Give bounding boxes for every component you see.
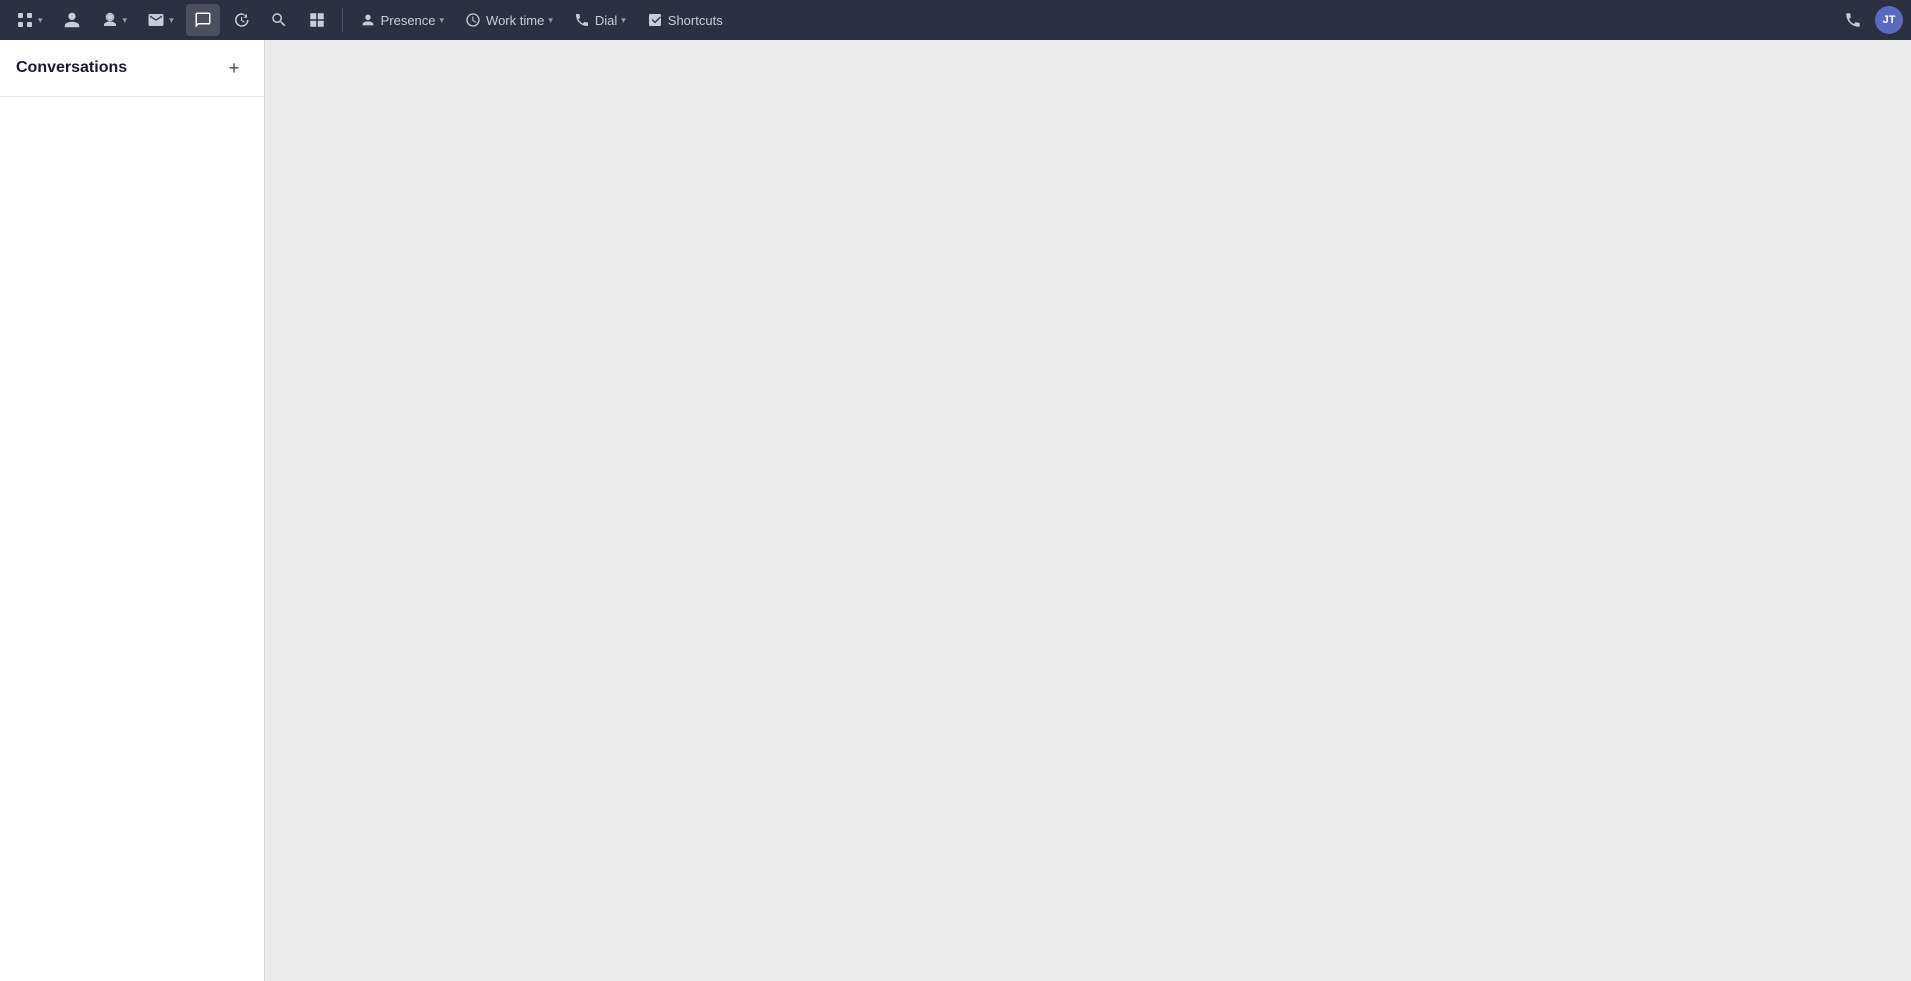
conversations-list <box>0 97 264 981</box>
dial-chevron-icon: ▾ <box>621 15 626 26</box>
presence-chevron-icon: ▾ <box>440 15 445 26</box>
chat-icon <box>194 11 212 29</box>
contacts-icon <box>63 11 81 29</box>
nav-email[interactable]: ▾ <box>139 4 182 36</box>
sidebar-header: Conversations + <box>0 40 264 97</box>
email-chevron-icon: ▾ <box>169 15 174 26</box>
add-icon: + <box>229 58 240 79</box>
shortcuts-label: Shortcuts <box>668 13 723 28</box>
dial-label: Dial <box>595 13 617 28</box>
nav-dial[interactable]: Dial ▾ <box>565 4 634 36</box>
add-conversation-button[interactable]: + <box>220 54 248 82</box>
nav-shortcuts[interactable]: Shortcuts <box>638 4 731 36</box>
nav-presence[interactable]: Presence ▾ <box>351 4 452 36</box>
nav-profile[interactable]: ▾ <box>93 4 136 36</box>
grid2-icon <box>308 11 326 29</box>
profile-icon <box>101 11 119 29</box>
search-icon <box>270 11 288 29</box>
sidebar: Conversations + <box>0 40 265 981</box>
email-icon <box>147 11 165 29</box>
nav-worktime[interactable]: Work time ▾ <box>456 4 561 36</box>
nav-contacts[interactable] <box>55 4 89 36</box>
topbar: ▾ ▾ ▾ <box>0 0 1911 40</box>
avatar[interactable]: JT <box>1875 6 1903 34</box>
history-icon <box>232 11 250 29</box>
grid-icon <box>16 11 34 29</box>
avatar-initials: JT <box>1883 14 1896 26</box>
presence-label: Presence <box>381 13 436 28</box>
dial-icon <box>573 11 591 29</box>
main-layout: Conversations + <box>0 40 1911 981</box>
sidebar-title: Conversations <box>16 59 127 77</box>
nav-search[interactable] <box>262 4 296 36</box>
main-content <box>265 40 1911 981</box>
nav-phone-button[interactable] <box>1835 2 1871 38</box>
profile-chevron-icon: ▾ <box>123 15 128 26</box>
worktime-chevron-icon: ▾ <box>548 15 553 26</box>
nav-logo[interactable]: ▾ <box>8 4 51 36</box>
logo-chevron-icon: ▾ <box>38 15 43 26</box>
nav-grid2[interactable] <box>300 4 334 36</box>
shortcuts-icon <box>646 11 664 29</box>
worktime-label: Work time <box>486 13 544 28</box>
worktime-icon <box>464 11 482 29</box>
nav-history[interactable] <box>224 4 258 36</box>
nav-chat[interactable] <box>186 4 220 36</box>
presence-icon <box>359 11 377 29</box>
nav-divider-1 <box>342 8 343 32</box>
